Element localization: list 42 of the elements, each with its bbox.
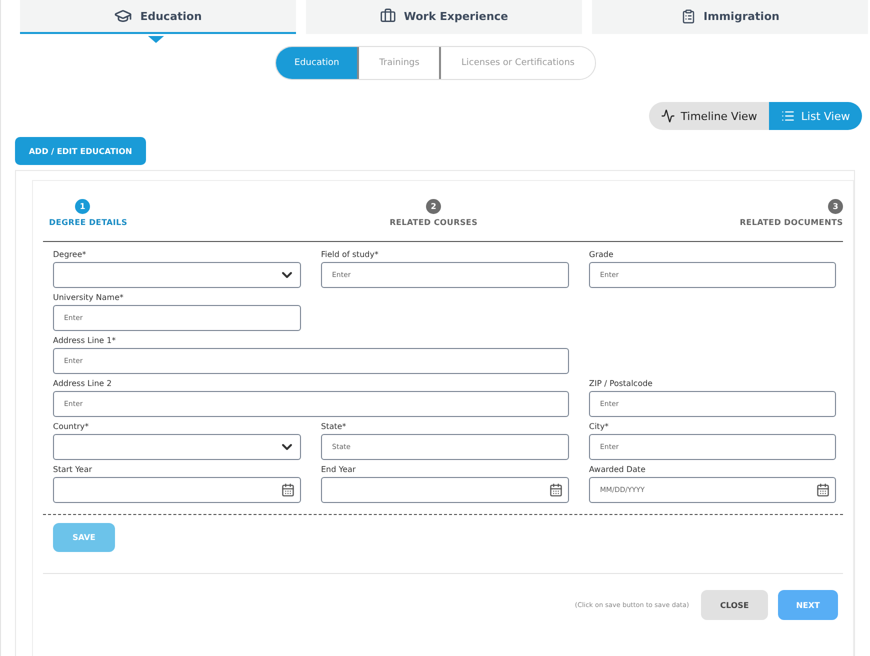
field-label: Degree* — [53, 250, 88, 259]
field-label: ZIP / Postalcode — [589, 379, 654, 388]
dropdown-field[interactable] — [53, 262, 301, 288]
close-button[interactable]: CLOSE — [701, 590, 768, 620]
view-toggle-button[interactable]: Timeline View — [648, 102, 770, 130]
field-label: City* — [589, 422, 610, 431]
main-tab[interactable]: Immigration — [592, 0, 868, 34]
briefcase-icon — [380, 8, 396, 24]
line-chart-icon — [660, 109, 675, 123]
step-number[interactable]: 1 — [75, 199, 90, 214]
step-number[interactable]: 3 — [828, 199, 843, 214]
list-icon — [781, 109, 796, 123]
field-label: University Name* — [53, 293, 124, 302]
sub-tab[interactable]: Education — [276, 47, 358, 79]
view-toggle-button[interactable]: List View — [769, 102, 862, 130]
field-label: Field of study* — [321, 250, 380, 259]
document-icon — [680, 8, 696, 24]
calendar-icon — [549, 483, 563, 497]
step-label: DEGREE DETAILS — [49, 218, 128, 227]
calendar-icon — [281, 483, 295, 497]
dropdown-field[interactable] — [53, 434, 301, 460]
field-label: Address Line 2 — [53, 379, 113, 388]
sub-tab[interactable]: Licenses or Certifications — [439, 47, 595, 79]
field-label: Start Year — [53, 465, 94, 474]
field-label: Grade — [589, 250, 614, 259]
next-button[interactable]: NEXT — [778, 590, 838, 620]
field-label: State* — [321, 422, 348, 431]
step-label: RELATED DOCUMENTS — [740, 218, 843, 227]
field-label: Address Line 1* — [53, 336, 117, 345]
graduate-icon — [114, 7, 132, 25]
field-label: Awarded Date — [589, 465, 646, 474]
main-tab[interactable]: Work Experience — [306, 0, 582, 34]
field-label: End Year — [321, 465, 357, 474]
main-tab[interactable]: Education — [20, 0, 296, 34]
date-field[interactable] — [321, 477, 569, 503]
tab-pointer-icon — [148, 36, 164, 43]
add-edit-button[interactable]: ADD / EDIT EDUCATION — [15, 137, 146, 165]
step-number[interactable]: 2 — [426, 199, 442, 214]
calendar-icon — [816, 483, 830, 497]
field-label: Country* — [53, 422, 90, 431]
date-field[interactable] — [53, 477, 301, 503]
step-label: RELATED COURSES — [390, 218, 478, 227]
